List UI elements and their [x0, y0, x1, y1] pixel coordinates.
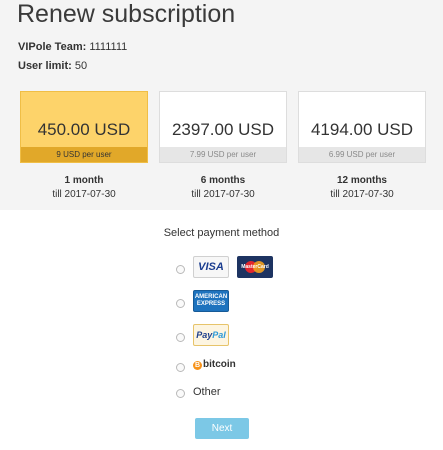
- radio-other[interactable]: [176, 389, 185, 398]
- amex-logo: AMERICAN EXPRESS: [193, 290, 229, 312]
- team-value: 1111111: [89, 41, 128, 53]
- user-limit-info: User limit: 50: [18, 60, 87, 72]
- radio-paypal[interactable]: [176, 333, 185, 342]
- plan-till-date: till 2017-07-30: [52, 189, 116, 200]
- bitcoin-logo: Bbitcoin: [193, 359, 236, 370]
- plan-per-user: 6.99 USD per user: [299, 147, 425, 162]
- radio-cards[interactable]: [176, 265, 185, 274]
- plan-duration: 1 month: [64, 175, 104, 186]
- plan-till-date: till 2017-07-30: [330, 189, 394, 200]
- plan-6-months[interactable]: 2397.00 USD 7.99 USD per user: [159, 91, 287, 163]
- user-limit-value: 50: [74, 60, 88, 72]
- plan-till-date: till 2017-07-30: [191, 189, 255, 200]
- plan-price: 450.00 USD: [37, 120, 131, 139]
- plan-3-caption: 12 months till 2017-07-30: [298, 174, 426, 202]
- mastercard-logo: MasterCard: [237, 256, 273, 278]
- team-label: VIPole Team:: [18, 41, 87, 53]
- bitcoin-icon: B: [193, 361, 202, 370]
- user-limit-label: User limit:: [18, 60, 72, 72]
- plan-1-caption: 1 month till 2017-07-30: [20, 174, 148, 202]
- plan-price: 4194.00 USD: [310, 120, 414, 139]
- plan-price: 2397.00 USD: [171, 120, 275, 139]
- header-section: Renew subscription VIPole Team: 1111111 …: [0, 0, 443, 210]
- plan-per-user: 7.99 USD per user: [160, 147, 286, 162]
- plan-duration: 6 months: [200, 175, 246, 186]
- plan-duration: 12 months: [336, 175, 387, 186]
- page-title: Renew subscription: [17, 0, 236, 28]
- next-button[interactable]: Next: [195, 418, 249, 439]
- plan-2-caption: 6 months till 2017-07-30: [159, 174, 287, 202]
- team-info: VIPole Team: 1111111: [18, 41, 127, 53]
- plan-per-user: 9 USD per user: [21, 147, 147, 162]
- paypal-logo: PayPal: [193, 324, 229, 346]
- radio-bitcoin[interactable]: [176, 363, 185, 372]
- payment-method-title: Select payment method: [163, 227, 280, 239]
- visa-logo: VISA: [193, 256, 229, 278]
- radio-amex[interactable]: [176, 299, 185, 308]
- plan-1-month[interactable]: 450.00 USD 9 USD per user: [20, 91, 148, 163]
- plan-12-months[interactable]: 4194.00 USD 6.99 USD per user: [298, 91, 426, 163]
- other-label: Other: [193, 386, 221, 398]
